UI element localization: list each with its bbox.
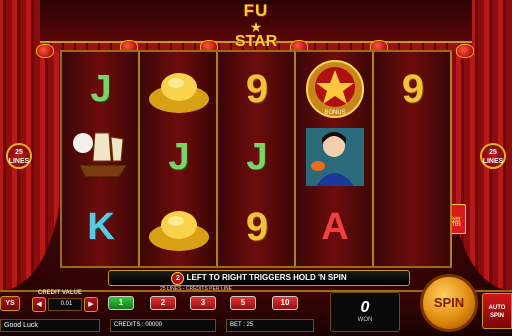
logo-star: STAR bbox=[234, 33, 278, 50]
credit-decrease-button[interactable]: ◀ bbox=[32, 297, 46, 312]
game-stage: FU ★ STAR 25 LINES 25 LINES 福 福 福 福 福 J … bbox=[0, 0, 512, 336]
symbol-nine: 9 bbox=[401, 66, 425, 111]
lantern-icon bbox=[36, 44, 54, 58]
symbol-star-bonus: BONUS bbox=[300, 56, 370, 122]
reel-4: BONUS A bbox=[296, 52, 374, 266]
reel-5: 9 bbox=[374, 52, 452, 266]
line-button-3[interactable]: 3 bbox=[190, 296, 216, 310]
symbol-k: K bbox=[87, 205, 115, 248]
credit-value-field: 0.01 bbox=[48, 298, 82, 311]
spin-button[interactable]: SPIN bbox=[420, 274, 478, 332]
lines-badge-right: 25 LINES bbox=[480, 143, 506, 169]
logo-star-icon: ★ bbox=[249, 19, 263, 35]
symbol-gold-ingot bbox=[144, 56, 214, 122]
lantern-icon bbox=[456, 44, 474, 58]
credit-value-label: CREDIT VALUE bbox=[38, 290, 82, 296]
symbol-nine: 9 bbox=[245, 66, 269, 111]
symbol-girl bbox=[300, 124, 370, 190]
game-logo: FU ★ STAR bbox=[210, 2, 302, 56]
symbol-junk-boat bbox=[66, 124, 136, 190]
win-label: WON bbox=[357, 317, 373, 323]
bet-field: BET : 25 bbox=[226, 319, 314, 332]
credits-field: CREDITS : 00000 bbox=[110, 319, 216, 332]
lines-info: 25 LINES - CREDITS PER LINE bbox=[160, 286, 232, 292]
symbol-gold-ingot bbox=[144, 194, 214, 260]
line-button-10[interactable]: 10 bbox=[272, 296, 298, 310]
symbol-j: J bbox=[90, 67, 112, 110]
symbol-j: J bbox=[168, 135, 190, 178]
message-field: Good Luck bbox=[0, 319, 100, 332]
lines-badge-left: 25 LINES bbox=[6, 143, 32, 169]
autospin-button[interactable]: AUTO SPIN bbox=[482, 293, 512, 329]
reel-1: J K bbox=[62, 52, 140, 266]
win-display: 0 WON bbox=[330, 292, 400, 332]
logo-fu: FU bbox=[243, 1, 269, 20]
reel-area[interactable]: J K J 9 J 9 BONUS A 9 bbox=[60, 50, 452, 268]
symbol-j: J bbox=[246, 135, 268, 178]
pays-button[interactable]: YS bbox=[0, 296, 20, 311]
credit-increase-button[interactable]: ▶ bbox=[84, 297, 98, 312]
line-button-5[interactable]: 5 bbox=[230, 296, 256, 310]
reel-3: 9 J 9 bbox=[218, 52, 296, 266]
symbol-nine: 9 bbox=[245, 204, 269, 249]
trigger-number: 2 bbox=[171, 272, 185, 285]
trigger-banner: 2 LEFT TO RIGHT TRIGGERS HOLD 'N SPIN bbox=[108, 270, 410, 286]
line-button-1[interactable]: 1 bbox=[108, 296, 134, 310]
line-button-2[interactable]: 2 bbox=[150, 296, 176, 310]
trigger-text: LEFT TO RIGHT TRIGGERS HOLD 'N SPIN bbox=[186, 273, 347, 282]
bonus-label: BONUS bbox=[324, 110, 345, 116]
symbol-a: A bbox=[321, 205, 349, 248]
win-value: 0 bbox=[360, 299, 370, 316]
reel-2: J bbox=[140, 52, 218, 266]
